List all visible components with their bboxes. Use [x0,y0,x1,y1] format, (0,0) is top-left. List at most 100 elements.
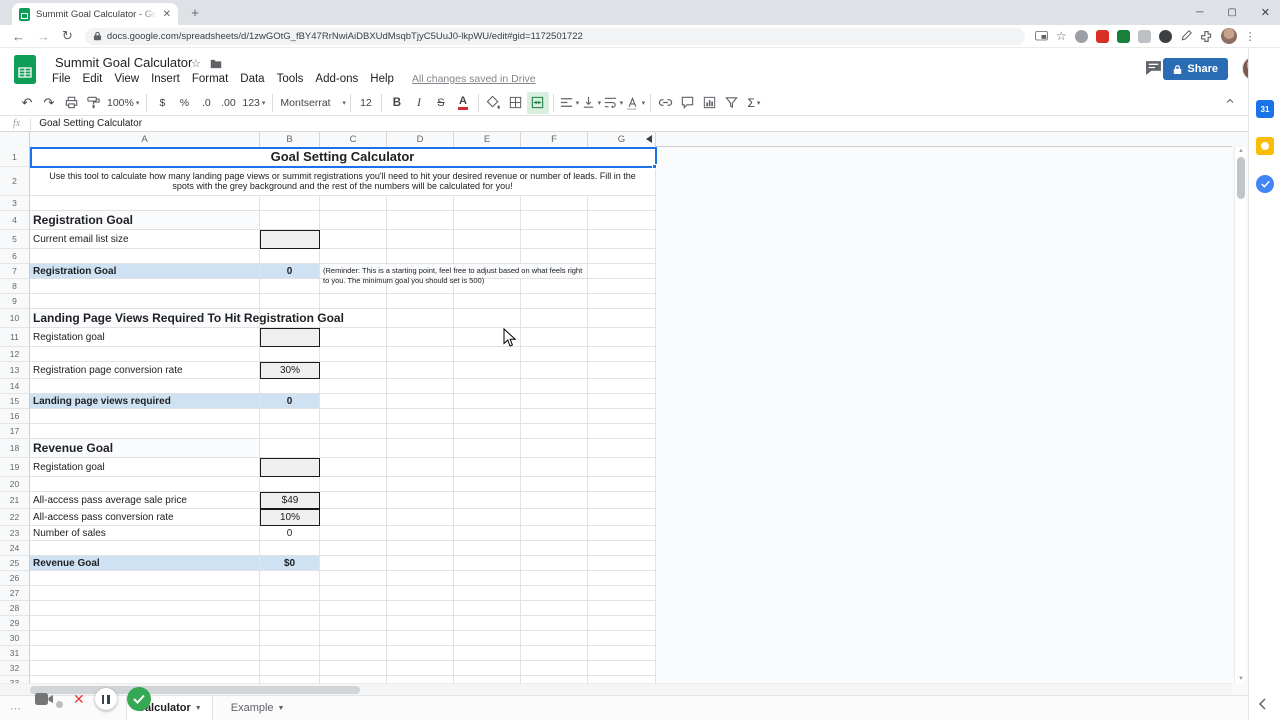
cell-F27[interactable] [521,586,588,601]
cell-F26[interactable] [521,571,588,586]
cell-D14[interactable] [387,379,454,394]
cell-B5[interactable] [260,230,320,249]
cell-B24[interactable] [260,541,320,556]
cell-C4[interactable] [320,211,387,230]
row-header-33[interactable]: 33 [0,676,30,683]
cell-B20[interactable] [260,477,320,492]
stop-recording-button[interactable]: ✕ [73,691,85,708]
cell-G32[interactable] [588,661,656,676]
row-header-31[interactable]: 31 [0,646,30,661]
cell-E23[interactable] [454,526,521,541]
cell-B13[interactable]: 30% [260,362,320,379]
cell-G16[interactable] [588,409,656,424]
cell-E21[interactable] [454,492,521,509]
menu-data[interactable]: Data [234,73,270,85]
cell-C31[interactable] [320,646,387,661]
cell-F28[interactable] [521,601,588,616]
cell-F5[interactable] [521,230,588,249]
cell-G29[interactable] [588,616,656,631]
cell-D32[interactable] [387,661,454,676]
collapse-toolbar-icon[interactable] [1224,95,1236,107]
cell-A32[interactable] [30,661,260,676]
print-button[interactable] [60,92,82,114]
cell-G33[interactable] [588,676,656,683]
cell-C16[interactable] [320,409,387,424]
cell-A21[interactable]: All-access pass average sale price [30,492,260,509]
cell-C22[interactable] [320,509,387,526]
new-tab-button[interactable]: + [188,6,202,20]
cell-D25[interactable] [387,556,454,571]
cell-F33[interactable] [521,676,588,683]
row-header-29[interactable]: 29 [0,616,30,631]
cell-C19[interactable] [320,458,387,477]
cell-A26[interactable] [30,571,260,586]
cell-D17[interactable] [387,424,454,439]
cell-C7[interactable]: (Reminder: This is a starting point, fee… [320,264,588,285]
vertical-align-button[interactable]: ▾ [580,92,602,114]
cell-G9[interactable] [588,294,656,309]
cell-D5[interactable] [387,230,454,249]
cell-D20[interactable] [387,477,454,492]
horizontal-align-button[interactable]: ▾ [558,92,580,114]
column-header-B[interactable]: B [260,132,320,147]
cell-F9[interactable] [521,294,588,309]
cell-G23[interactable] [588,526,656,541]
row-header-27[interactable]: 27 [0,586,30,601]
selection-fill-handle[interactable] [652,164,657,169]
cell-F19[interactable] [521,458,588,477]
cell-E4[interactable] [454,211,521,230]
cell-G30[interactable] [588,631,656,646]
cell-D30[interactable] [387,631,454,646]
puzzle-extensions-icon[interactable] [1200,30,1213,43]
cell-A7[interactable]: Registration Goal [30,264,260,279]
finish-recording-button[interactable] [126,687,151,711]
menu-format[interactable]: Format [186,73,234,85]
cell-C5[interactable] [320,230,387,249]
cell-G14[interactable] [588,379,656,394]
cell-E26[interactable] [454,571,521,586]
cell-A17[interactable] [30,424,260,439]
zoom-select[interactable]: 100% ▾ [104,92,142,114]
text-color-button[interactable]: A [452,92,474,114]
cell-E5[interactable] [454,230,521,249]
cell-E19[interactable] [454,458,521,477]
calendar-icon[interactable]: 31 [1256,100,1274,118]
cell-G7[interactable] [588,264,656,279]
row-header-22[interactable]: 22 [0,509,30,526]
vertical-scrollbar[interactable]: ▲ ▼ [1234,147,1246,683]
document-title[interactable]: Summit Goal Calculator [55,55,192,70]
cell-F10[interactable] [521,309,588,328]
cell-D16[interactable] [387,409,454,424]
cell-F14[interactable] [521,379,588,394]
cell-C24[interactable] [320,541,387,556]
select-all-corner[interactable] [0,132,30,147]
cell-C33[interactable] [320,676,387,683]
text-rotation-button[interactable]: ▾ [624,92,646,114]
cell-B25[interactable]: $0 [260,556,320,571]
row-header-14[interactable]: 14 [0,379,30,394]
cell-G10[interactable] [588,309,656,328]
keep-icon[interactable] [1256,137,1274,155]
cell-A15[interactable]: Landing page views required [30,394,260,409]
comment-history-icon[interactable] [1145,60,1162,75]
cell-C11[interactable] [320,328,387,347]
cell-F11[interactable] [521,328,588,347]
cell-G12[interactable] [588,347,656,362]
cell-D27[interactable] [387,586,454,601]
browser-profile-avatar[interactable] [1220,28,1237,44]
cell-F12[interactable] [521,347,588,362]
cell-E30[interactable] [454,631,521,646]
cell-C18[interactable] [320,439,387,458]
cell-G13[interactable] [588,362,656,379]
window-close-button[interactable]: ✕ [1261,6,1270,19]
cell-A4[interactable]: Registration Goal [30,211,260,230]
cell-D21[interactable] [387,492,454,509]
cell-D19[interactable] [387,458,454,477]
row-header-13[interactable]: 13 [0,362,30,379]
extension-icon-4[interactable] [1137,29,1151,43]
cell-E11[interactable] [454,328,521,347]
row-header-28[interactable]: 28 [0,601,30,616]
cell-D10[interactable] [387,309,454,328]
row-header-16[interactable]: 16 [0,409,30,424]
scroll-up-icon[interactable]: ▲ [1235,148,1247,154]
